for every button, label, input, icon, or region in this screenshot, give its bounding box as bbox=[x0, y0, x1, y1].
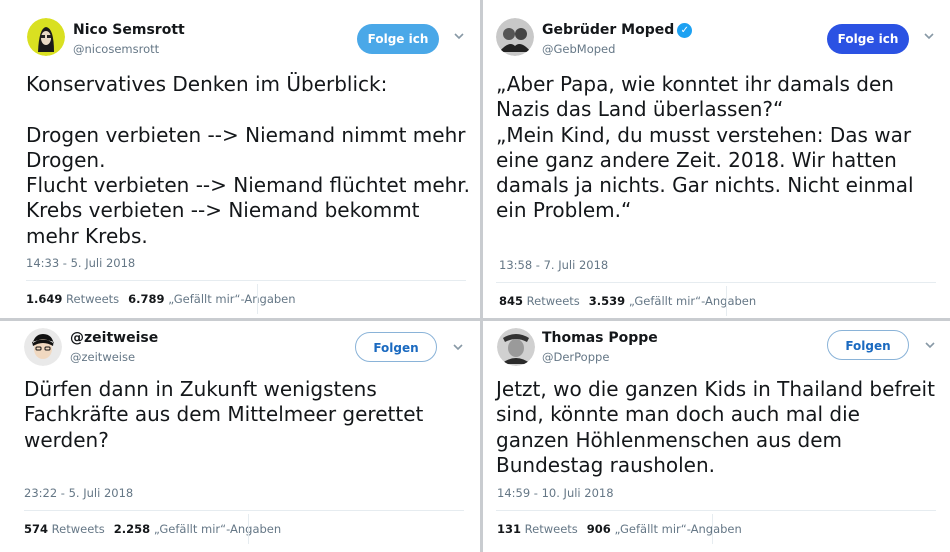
chevron-down-icon[interactable] bbox=[453, 30, 465, 42]
grid-divider-horizontal bbox=[0, 318, 950, 321]
tweet-stats: 845 Retweets 3.539 „Gefällt mir“-Angaben bbox=[499, 294, 756, 308]
author-name[interactable]: @zeitweise bbox=[70, 330, 158, 346]
tweet-text: Jetzt, wo die ganzen Kids in Thailand be… bbox=[496, 377, 935, 477]
likes-label: „Gefällt mir“-Angaben bbox=[168, 292, 296, 306]
retweets-label: Retweets bbox=[66, 292, 120, 306]
author-name-text: Gebrüder Moped bbox=[542, 22, 675, 38]
verified-badge-icon: ✓ bbox=[677, 23, 693, 38]
avatar[interactable] bbox=[497, 328, 535, 366]
likes-count: 906 bbox=[586, 522, 611, 536]
tweet-timestamp[interactable]: 14:59 - 10. Juli 2018 bbox=[497, 486, 614, 500]
tweet-stats: 574 Retweets 2.258 „Gefällt mir“-Angaben bbox=[24, 522, 281, 536]
author-name[interactable]: Nico Semsrott bbox=[73, 22, 185, 38]
retweets-count: 845 bbox=[499, 294, 524, 308]
likes-stat[interactable]: 3.539 „Gefällt mir“-Angaben bbox=[589, 294, 756, 308]
likes-label: „Gefällt mir“-Angaben bbox=[153, 522, 282, 536]
author-handle[interactable]: @nicosemsrott bbox=[73, 42, 159, 56]
author-handle[interactable]: @zeitweise bbox=[70, 350, 135, 364]
chevron-down-icon[interactable] bbox=[452, 341, 464, 353]
retweets-count: 131 bbox=[497, 522, 522, 536]
follow-button[interactable]: Folge ich bbox=[827, 24, 909, 54]
avatar[interactable] bbox=[27, 18, 65, 56]
divider bbox=[712, 514, 713, 544]
retweets-label: Retweets bbox=[526, 294, 580, 308]
likes-stat[interactable]: 906 „Gefällt mir“-Angaben bbox=[587, 522, 742, 536]
divider bbox=[726, 286, 727, 316]
divider bbox=[26, 280, 466, 281]
follow-button[interactable]: Folge ich bbox=[357, 24, 439, 54]
follow-button[interactable]: Folgen bbox=[827, 330, 909, 360]
likes-count: 3.539 bbox=[588, 294, 626, 308]
author-handle[interactable]: @GebMoped bbox=[542, 42, 615, 56]
likes-label: „Gefällt mir“-Angaben bbox=[614, 522, 742, 536]
tweet-card: Gebrüder Moped ✓ @GebMoped Folge ich „Abe… bbox=[483, 0, 950, 318]
tweet-stats: 1.649 Retweets 6.789 „Gefällt mir“-Angabe… bbox=[26, 292, 296, 306]
tweet-timestamp[interactable]: 13:58 - 7. Juli 2018 bbox=[499, 258, 608, 272]
retweets-count: 574 bbox=[24, 522, 49, 536]
tweet-card: @zeitweise @zeitweise Folgen Dürfen dann… bbox=[0, 321, 480, 552]
retweets-stat[interactable]: 845 Retweets bbox=[499, 294, 580, 308]
tweet-timestamp[interactable]: 23:22 - 5. Juli 2018 bbox=[24, 486, 133, 500]
tweet-text: Konservatives Denken im Überblick: Droge… bbox=[26, 72, 471, 248]
tweet-text: „Aber Papa, wie konntet ihr damals den N… bbox=[496, 72, 914, 223]
chevron-down-icon[interactable] bbox=[924, 339, 936, 351]
divider bbox=[496, 282, 936, 283]
retweets-count: 1.649 bbox=[26, 292, 63, 306]
author-name[interactable]: Thomas Poppe bbox=[542, 330, 658, 346]
avatar[interactable] bbox=[24, 328, 62, 366]
author-handle[interactable]: @DerPoppe bbox=[542, 350, 609, 364]
retweets-stat[interactable]: 131 Retweets bbox=[497, 522, 578, 536]
author-name[interactable]: Gebrüder Moped ✓ bbox=[542, 22, 693, 38]
tweet-timestamp[interactable]: 14:33 - 5. Juli 2018 bbox=[26, 256, 135, 270]
likes-label: „Gefällt mir“-Angaben bbox=[628, 294, 757, 308]
tweet-card: Thomas Poppe @DerPoppe Folgen Jetzt, wo … bbox=[483, 321, 950, 552]
likes-stat[interactable]: 2.258 „Gefällt mir“-Angaben bbox=[114, 522, 281, 536]
avatar[interactable] bbox=[496, 18, 534, 56]
tweet-text: Dürfen dann in Zukunft wenigstens Fachkr… bbox=[24, 377, 424, 452]
likes-count: 6.789 bbox=[128, 292, 165, 306]
tweet-grid: Nico Semsrott @nicosemsrott Folge ich Ko… bbox=[0, 0, 950, 552]
divider bbox=[257, 284, 258, 314]
retweets-stat[interactable]: 1.649 Retweets bbox=[26, 292, 119, 306]
retweets-stat[interactable]: 574 Retweets bbox=[24, 522, 105, 536]
chevron-down-icon[interactable] bbox=[923, 30, 935, 42]
tweet-stats: 131 Retweets 906 „Gefällt mir“-Angaben bbox=[497, 522, 742, 536]
divider bbox=[248, 514, 249, 544]
retweets-label: Retweets bbox=[524, 522, 578, 536]
grid-divider-vertical bbox=[480, 0, 483, 552]
likes-stat[interactable]: 6.789 „Gefällt mir“-Angaben bbox=[128, 292, 295, 306]
retweets-label: Retweets bbox=[51, 522, 105, 536]
divider bbox=[496, 510, 936, 511]
follow-button[interactable]: Folgen bbox=[355, 332, 437, 362]
likes-count: 2.258 bbox=[113, 522, 151, 536]
tweet-card: Nico Semsrott @nicosemsrott Folge ich Ko… bbox=[0, 0, 480, 318]
divider bbox=[24, 510, 464, 511]
